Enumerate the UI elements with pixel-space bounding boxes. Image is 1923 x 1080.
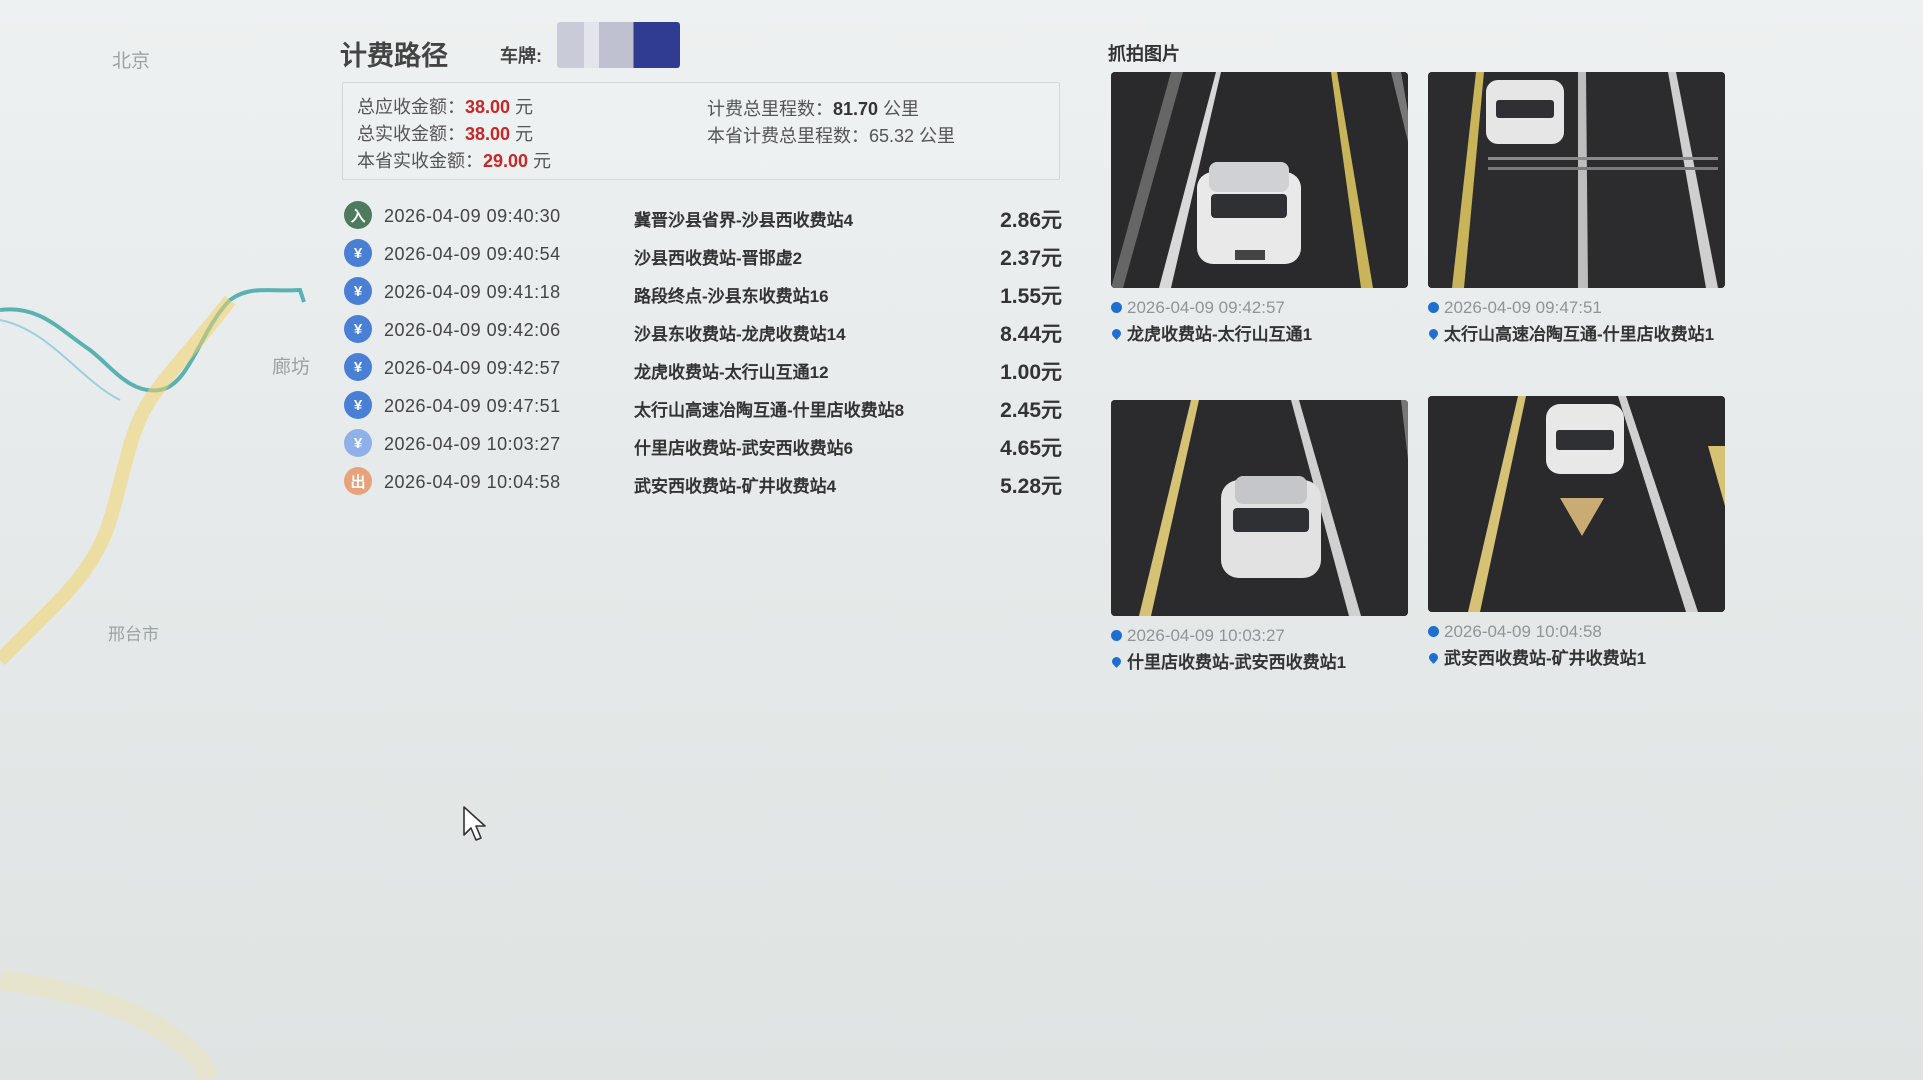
map-label-langfang: 廊坊	[272, 357, 311, 378]
yuan-icon: ¥	[344, 239, 372, 267]
clock-icon	[1428, 626, 1439, 637]
total-paid: 总实收金额：38.00 元	[357, 124, 534, 144]
segment-row[interactable]: ¥ 2026-04-09 09:47:51 太行山高速冶陶互通-什里店收费站8 …	[344, 388, 1062, 426]
photo-card[interactable]: 2026-04-09 10:03:27 什里店收费站-武安西收费站1	[1110, 400, 1408, 676]
segment-row[interactable]: ¥ 2026-04-09 09:42:06 沙县东收费站-龙虎收费站14 8.4…	[344, 312, 1062, 350]
photos-title: 抓拍图片	[1108, 44, 1180, 64]
segment-station: 沙县东收费站-龙虎收费站14	[634, 325, 846, 344]
segment-amount: 2.86元	[1000, 209, 1062, 232]
segment-amount: 2.45元	[1000, 399, 1062, 422]
location-pin-icon	[1110, 655, 1123, 668]
location-pin-icon	[1427, 651, 1440, 664]
segment-station: 武安西收费站-矿井收费站4	[634, 477, 837, 496]
total-mileage: 计费总里程数：81.70 公里	[707, 99, 920, 119]
segment-amount: 8.44元	[1000, 323, 1062, 346]
yuan-icon: ¥	[344, 315, 372, 343]
photo-time: 2026-04-09 09:42:57	[1111, 298, 1408, 318]
segment-station: 冀晋沙县省界-沙县西收费站4	[634, 211, 854, 230]
segment-time: 2026-04-09 09:41:18	[384, 282, 561, 302]
segment-time: 2026-04-09 09:47:51	[384, 396, 561, 416]
route-title: 计费路径	[340, 41, 448, 71]
capture-photo[interactable]	[1111, 400, 1408, 616]
segment-station: 龙虎收费站-太行山互通12	[634, 363, 829, 382]
entry-icon: 入	[344, 201, 372, 229]
toll-segment-list: 入 2026-04-09 09:40:30 冀晋沙县省界-沙县西收费站4 2.8…	[344, 198, 1062, 502]
photo-card[interactable]: 2026-04-09 09:47:51 太行山高速冶陶互通-什里店收费站1	[1427, 72, 1725, 348]
route-map[interactable]: 北京 廊坊 邢台市	[0, 0, 330, 1080]
plate-number-masked	[557, 22, 680, 68]
map-canvas[interactable]	[0, 0, 330, 1080]
province-paid: 本省实收金额：29.00 元	[357, 151, 552, 171]
segment-amount: 2.37元	[1000, 247, 1062, 270]
photo-location: 龙虎收费站-太行山互通1	[1110, 322, 1407, 348]
vehicle-photo-image	[1111, 72, 1408, 288]
province-mileage: 本省计费总里程数：65.32 公里	[707, 126, 956, 146]
photo-time: 2026-04-09 09:47:51	[1428, 298, 1725, 318]
yuan-icon: ¥	[344, 429, 372, 457]
map-label-xingtai: 邢台市	[108, 625, 159, 644]
photo-location: 什里店收费站-武安西收费站1	[1110, 650, 1407, 676]
segment-time: 2026-04-09 09:40:54	[384, 244, 561, 264]
segment-amount: 1.00元	[1000, 361, 1062, 384]
clock-icon	[1111, 630, 1122, 641]
road-line	[0, 970, 219, 1080]
segment-row[interactable]: ¥ 2026-04-09 09:42:57 龙虎收费站-太行山互通12 1.00…	[344, 350, 1062, 388]
segment-amount: 4.65元	[1000, 437, 1062, 460]
capture-photo[interactable]	[1111, 72, 1408, 288]
vehicle-photo-image	[1428, 72, 1725, 288]
segment-row[interactable]: 出 2026-04-09 10:04:58 武安西收费站-矿井收费站4 5.28…	[344, 464, 1062, 502]
segment-row[interactable]: ¥ 2026-04-09 09:40:54 沙县西收费站-晋邯虚2 2.37元	[344, 236, 1062, 274]
segment-station: 太行山高速冶陶互通-什里店收费站8	[634, 401, 905, 420]
segment-time: 2026-04-09 09:42:57	[384, 358, 561, 378]
yuan-icon: ¥	[344, 353, 372, 381]
photo-location: 太行山高速冶陶互通-什里店收费站1	[1427, 322, 1724, 348]
segment-amount: 5.28元	[1000, 475, 1062, 498]
location-pin-icon	[1110, 327, 1123, 340]
segment-time: 2026-04-09 10:04:58	[384, 472, 561, 492]
vehicle-photo-image	[1428, 396, 1725, 612]
segment-row[interactable]: 入 2026-04-09 09:40:30 冀晋沙县省界-沙县西收费站4 2.8…	[344, 198, 1062, 236]
clock-icon	[1428, 302, 1439, 313]
photo-time: 2026-04-09 10:04:58	[1428, 622, 1725, 642]
total-due: 总应收金额：38.00 元	[357, 97, 534, 117]
photo-card[interactable]: 2026-04-09 10:04:58 武安西收费站-矿井收费站1	[1427, 396, 1725, 672]
capture-photo[interactable]	[1428, 72, 1725, 288]
segment-station: 沙县西收费站-晋邯虚2	[634, 249, 803, 268]
yuan-icon: ¥	[344, 391, 372, 419]
segment-station: 什里店收费站-武安西收费站6	[634, 439, 854, 458]
clock-icon	[1111, 302, 1122, 313]
province-boundary	[0, 287, 306, 393]
capture-photo[interactable]	[1428, 396, 1725, 612]
exit-icon: 出	[344, 467, 372, 495]
segment-time: 2026-04-09 09:42:06	[384, 320, 561, 340]
vehicle-photo-image	[1111, 400, 1408, 616]
photo-time: 2026-04-09 10:03:27	[1111, 626, 1408, 646]
fee-summary-box: 总应收金额：38.00 元 总实收金额：38.00 元 本省实收金额：29.00…	[342, 82, 1060, 180]
yuan-icon: ¥	[344, 277, 372, 305]
segment-station: 路段终点-沙县东收费站16	[634, 287, 829, 306]
photo-location: 武安西收费站-矿井收费站1	[1427, 646, 1724, 672]
location-pin-icon	[1427, 327, 1440, 340]
plate-label: 车牌:	[500, 46, 542, 66]
map-label-beijing: 北京	[112, 51, 151, 72]
segment-row[interactable]: ¥ 2026-04-09 09:41:18 路段终点-沙县东收费站16 1.55…	[344, 274, 1062, 312]
mouse-cursor-icon	[462, 805, 488, 848]
photo-card[interactable]: 2026-04-09 09:42:57 龙虎收费站-太行山互通1	[1110, 72, 1408, 348]
segment-time: 2026-04-09 10:03:27	[384, 434, 561, 454]
segment-time: 2026-04-09 09:40:30	[384, 206, 561, 226]
segment-amount: 1.55元	[1000, 285, 1062, 308]
segment-row[interactable]: ¥ 2026-04-09 10:03:27 什里店收费站-武安西收费站6 4.6…	[344, 426, 1062, 464]
